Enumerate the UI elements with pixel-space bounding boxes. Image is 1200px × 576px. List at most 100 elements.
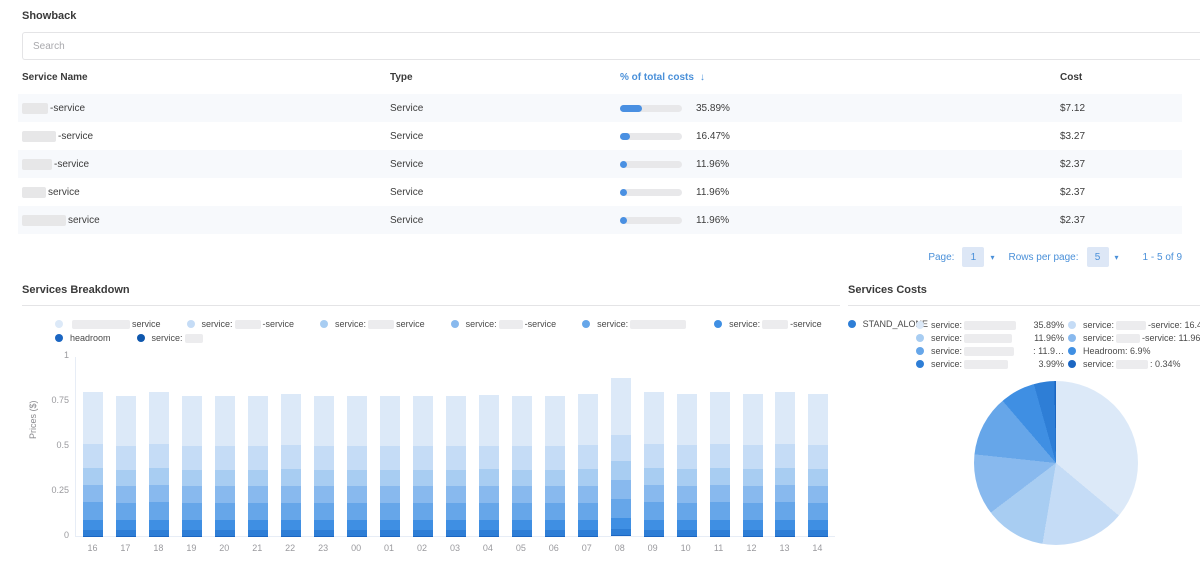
bar-segment xyxy=(182,396,202,447)
bar-segment xyxy=(611,461,631,480)
stacked-bar xyxy=(380,396,400,536)
bar-segment xyxy=(611,435,631,461)
x-tick-label: 16 xyxy=(82,543,102,553)
bar-segment xyxy=(446,520,466,530)
bar-plot-area: 00.250.50.751 xyxy=(75,357,835,537)
table-header: Service Name Type % of total costs↓ Cost xyxy=(18,60,1182,94)
table-row[interactable]: serviceService11.96%$2.37 xyxy=(18,206,1182,234)
stacked-bar xyxy=(775,392,795,536)
search-input[interactable] xyxy=(22,32,1200,60)
legend-item[interactable]: service:11.96% xyxy=(916,333,1064,343)
legend-label: service: xyxy=(202,319,233,329)
bar-segment xyxy=(182,486,202,503)
bar-segment xyxy=(281,469,301,486)
legend-item[interactable]: service:: 0.34% xyxy=(1068,359,1200,369)
bar-segment xyxy=(512,470,532,487)
legend-label: service: xyxy=(931,320,962,330)
pct-value: 11.96% xyxy=(696,159,729,170)
pct-cell: 35.89% xyxy=(616,103,1056,114)
redacted-legend-text xyxy=(964,321,1016,330)
bar-segment xyxy=(512,503,532,520)
bar-segment xyxy=(512,520,532,530)
legend-item[interactable]: service xyxy=(55,319,161,329)
legend-item[interactable]: service:-service xyxy=(451,319,557,329)
rows-per-page-select[interactable]: 5 xyxy=(1087,247,1109,267)
legend-label-suffix: service xyxy=(132,319,161,329)
legend-label-suffix: -service xyxy=(525,319,557,329)
bar-segment xyxy=(479,486,499,503)
bar-segment xyxy=(611,480,631,499)
legend-label: service: xyxy=(597,319,628,329)
service-name-suffix: -service xyxy=(58,131,93,142)
stacked-bar xyxy=(743,394,763,536)
cost-cell: $3.27 xyxy=(1056,131,1182,142)
service-name-suffix: service xyxy=(48,187,80,198)
legend-item[interactable]: service:-service: 16.47% xyxy=(1068,320,1200,330)
x-tick-label: 11 xyxy=(709,543,729,553)
table-row[interactable]: serviceService11.96%$2.37 xyxy=(18,178,1182,206)
bar-segment xyxy=(743,520,763,530)
bar-segment xyxy=(578,486,598,503)
pie-chart xyxy=(974,381,1138,545)
legend-item[interactable]: service:service xyxy=(320,319,425,329)
legend-item[interactable]: service:3.99% xyxy=(916,359,1064,369)
type-cell: Service xyxy=(386,187,616,198)
legend-item[interactable]: service: -service xyxy=(714,319,822,329)
legend-item[interactable]: service: xyxy=(137,333,205,343)
pct-cell: 11.96% xyxy=(616,215,1056,226)
legend-item[interactable]: headroom xyxy=(55,333,111,343)
table-row[interactable]: -serviceService35.89%$7.12 xyxy=(18,94,1182,122)
bar-segment xyxy=(248,503,268,520)
x-tick-label: 09 xyxy=(643,543,663,553)
bar-segment xyxy=(446,486,466,503)
legend-label: service: xyxy=(931,359,962,369)
x-tick-label: 06 xyxy=(544,543,564,553)
bar-segment xyxy=(281,394,301,445)
page-chevron-down-icon[interactable]: ▾ xyxy=(990,253,994,262)
y-tick-label: 0.5 xyxy=(39,440,69,450)
legend-item[interactable]: service:-service xyxy=(187,319,295,329)
stacked-bar-chart: Prices ($) 00.250.50.751 161718192021222… xyxy=(22,353,840,557)
legend-label-suffix: -service xyxy=(790,319,822,329)
legend-dot xyxy=(916,334,924,342)
legend-item[interactable]: Headroom: 6.9% xyxy=(1068,346,1200,356)
sort-desc-icon[interactable]: ↓ xyxy=(700,72,705,83)
redacted-legend-text xyxy=(964,334,1012,343)
bar-segment xyxy=(808,503,828,520)
bar-segment xyxy=(578,445,598,469)
legend-dot xyxy=(55,334,63,342)
bar-segment xyxy=(710,392,730,444)
bar-segment xyxy=(248,486,268,503)
bar-segment xyxy=(314,446,334,469)
x-tick-label: 19 xyxy=(181,543,201,553)
legend-item[interactable]: service: xyxy=(582,319,688,329)
bar-segment xyxy=(248,446,268,469)
page-select[interactable]: 1 xyxy=(962,247,984,267)
bar-segment xyxy=(281,520,301,530)
legend-label: service: xyxy=(931,346,962,356)
bar-segment xyxy=(380,520,400,530)
column-header-pct-sort[interactable]: % of total costs↓ xyxy=(616,72,1056,83)
stacked-bar xyxy=(677,394,697,536)
legend-item[interactable]: service:35.89% xyxy=(916,320,1064,330)
legend-label: service: xyxy=(729,319,760,329)
showback-page: Showback Service Name Type % of total co… xyxy=(0,0,1200,576)
legend-dot xyxy=(451,320,459,328)
bar-segment xyxy=(644,520,664,530)
table-row[interactable]: -serviceService16.47%$3.27 xyxy=(18,122,1182,150)
bar-segment xyxy=(413,446,433,469)
legend-dot xyxy=(1068,347,1076,355)
legend-dot xyxy=(187,320,195,328)
bar-segment xyxy=(479,520,499,530)
services-breakdown-panel: Services Breakdown serviceservice:-servi… xyxy=(22,284,840,557)
legend-item[interactable]: service:-service: 11.96% xyxy=(1068,333,1200,343)
bar-segment xyxy=(677,486,697,503)
legend-label-suffix: -service: 11.96% xyxy=(1142,333,1200,343)
table-row[interactable]: -serviceService11.96%$2.37 xyxy=(18,150,1182,178)
redacted-legend-text xyxy=(1116,334,1140,343)
x-tick-label: 10 xyxy=(676,543,696,553)
rows-chevron-down-icon[interactable]: ▾ xyxy=(1115,253,1119,262)
bar-segment xyxy=(182,503,202,520)
legend-item[interactable]: service:: 11.9… xyxy=(916,346,1064,356)
bar-segment xyxy=(149,444,169,468)
